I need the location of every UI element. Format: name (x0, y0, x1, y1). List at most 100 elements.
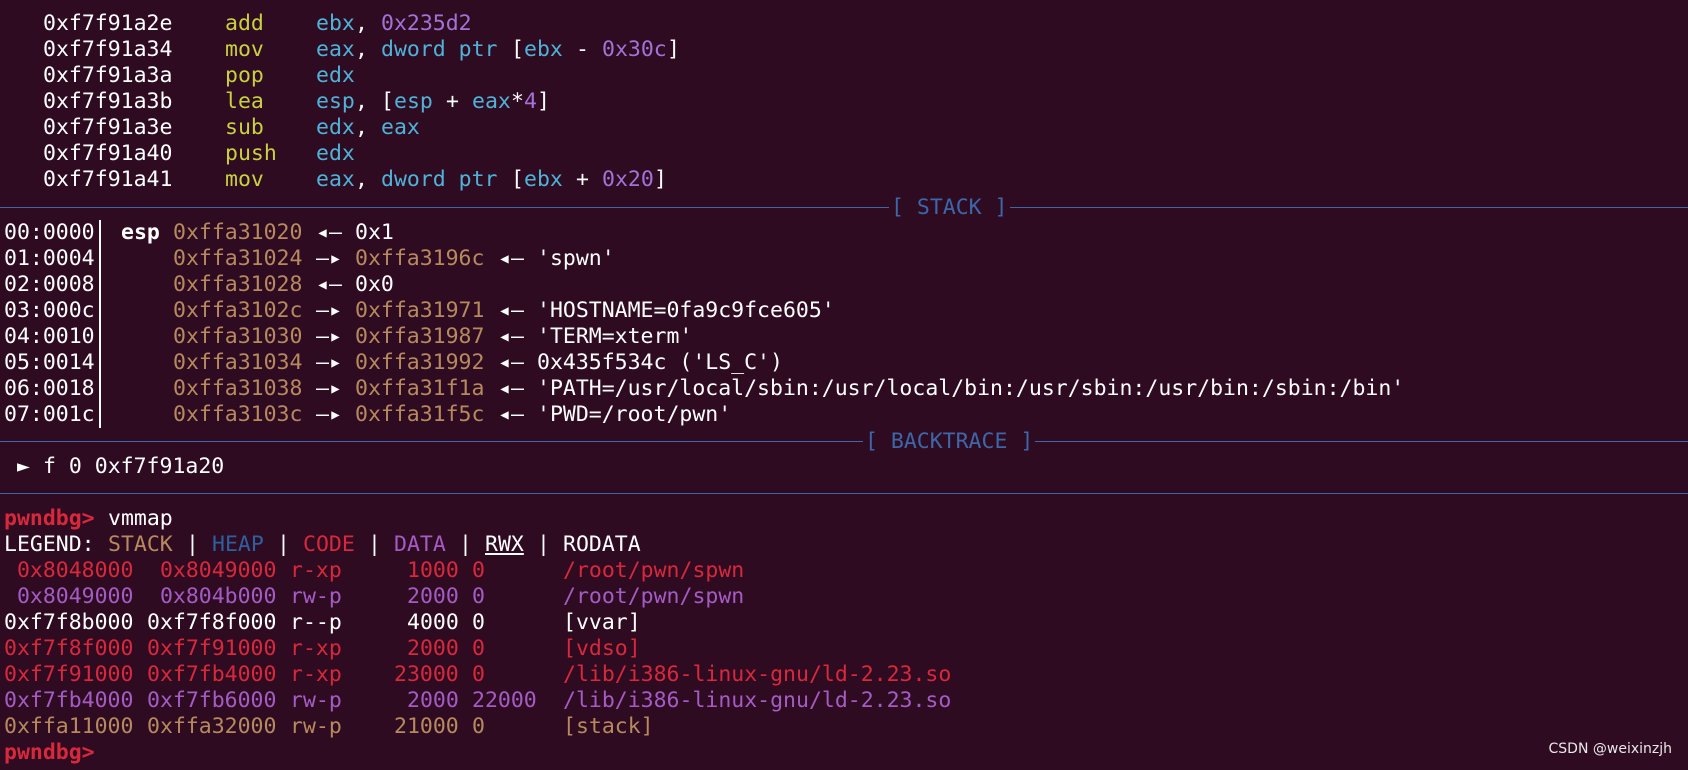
instruction-operand: esp (394, 89, 433, 114)
stack-address: 0xffa31034 (173, 350, 303, 375)
map-start: 0xf7fb4000 (4, 688, 134, 713)
instruction-operand: ebx (316, 11, 355, 36)
stack-address: 0xffa3102c (173, 298, 303, 323)
instruction-operand: dword ptr (381, 167, 498, 192)
map-file: /root/pwn/spwn (563, 558, 745, 583)
map-size: 2000 (407, 636, 459, 661)
prompt: pwndbg> (4, 506, 95, 531)
instruction-mnemonic: pop (225, 63, 264, 88)
stack-index: 05:0014 (4, 350, 95, 375)
stack-header: [ STACK ] (889, 195, 1010, 221)
legend-item-code: CODE (303, 532, 355, 557)
instruction-operand: 4 (524, 89, 537, 114)
stack-address: 0xffa31020 (173, 220, 303, 245)
instruction-mnemonic: sub (225, 115, 264, 140)
points-to-arrow-icon: —▸ (316, 350, 342, 375)
instruction-operand: , [ (355, 89, 394, 114)
legend-item-rodata: RODATA (563, 532, 641, 557)
stack-index: 03:000c (4, 298, 95, 323)
map-end: 0xf7f8f000 (147, 610, 277, 635)
stack-pointer-target: 0xffa31f1a (355, 376, 485, 401)
instruction-address: 0xf7f91a2e (43, 11, 173, 36)
legend-item-rwx: RWX (485, 532, 524, 557)
map-size: 21000 (394, 714, 459, 739)
stack-address: 0xffa31038 (173, 376, 303, 401)
command-line[interactable]: pwndbg> vmmap (0, 506, 173, 532)
instruction-operand: dword ptr (381, 37, 498, 62)
instruction-operand: eax (381, 115, 420, 140)
instruction-operand: ] (654, 167, 667, 192)
map-start: 0xffa11000 (4, 714, 134, 739)
instruction-operand: eax (316, 167, 355, 192)
legend-separator: | (524, 532, 563, 557)
legend-separator: | (173, 532, 212, 557)
stack-index: 06:0018 (4, 376, 95, 401)
map-permissions: r-xp (290, 662, 342, 687)
map-file: /lib/i386-linux-gnu/ld-2.23.so (563, 688, 952, 713)
stack-address: 0xffa31024 (173, 246, 303, 271)
terminal-window[interactable]: 0xf7f91a2e add ebx, 0x235d2 0xf7f91a34 mov ea… (0, 0, 1688, 770)
watermark: CSDN @weixinzjh (1548, 741, 1672, 757)
instruction-operand: [ (498, 167, 524, 192)
instruction-address: 0xf7f91a41 (43, 167, 173, 192)
map-permissions: rw-p (290, 688, 342, 713)
deref-arrow-icon: ◂— (498, 350, 524, 375)
map-size: 2000 (407, 688, 459, 713)
final-prompt: pwndbg> (4, 740, 95, 765)
points-to-arrow-icon: —▸ (316, 402, 342, 427)
instruction-operand: edx (316, 63, 355, 88)
instruction-operand: , (355, 167, 381, 192)
map-file: [stack] (563, 714, 654, 739)
instruction-operand: 0x235d2 (381, 11, 472, 36)
backtrace-header: [ BACKTRACE ] (863, 429, 1036, 455)
map-permissions: rw-p (290, 714, 342, 739)
points-to-arrow-icon: —▸ (316, 324, 342, 349)
instruction-operand: , (355, 115, 381, 140)
instruction-mnemonic: mov (225, 37, 264, 62)
map-file: [vdso] (563, 636, 641, 661)
stack-address: 0xffa31030 (173, 324, 303, 349)
instruction-operand: - (563, 37, 602, 62)
stack-index: 04:0010 (4, 324, 95, 349)
instruction-mnemonic: push (225, 141, 277, 166)
command-text[interactable]: vmmap (108, 506, 173, 532)
final-command-line[interactable]: pwndbg> (0, 740, 95, 766)
map-size: 23000 (394, 662, 459, 687)
map-permissions: r--p (290, 610, 342, 635)
instruction-operand: edx (316, 115, 355, 140)
map-start: 0xf7f8f000 (4, 636, 134, 661)
instruction-address: 0xf7f91a40 (43, 141, 173, 166)
map-permissions: rw-p (290, 584, 342, 609)
instruction-operand: ] (667, 37, 680, 62)
deref-arrow-icon: ◂— (498, 246, 524, 271)
map-file: /root/pwn/spwn (563, 584, 745, 609)
points-to-arrow-icon: —▸ (316, 246, 342, 271)
stack-address: 0xffa3103c (173, 402, 303, 427)
stack-value: 'HOSTNAME=0fa9c9fce605' (537, 298, 835, 323)
legend-item-heap: HEAP (212, 532, 264, 557)
map-start: 0x8049000 (4, 584, 134, 609)
backtrace-frame: ► f 0 0xf7f91a20 (0, 454, 224, 480)
instruction-mnemonic: add (225, 11, 264, 36)
frame-text: f 0 0xf7f91a20 (43, 454, 225, 479)
map-size: 1000 (407, 558, 459, 583)
legend-separator: | (355, 532, 394, 557)
map-size: 4000 (407, 610, 459, 635)
legend-separator: | (264, 532, 303, 557)
stack-address: 0xffa31028 (173, 272, 303, 297)
instruction-operand: 0x20 (602, 167, 654, 192)
map-offset: 0 (472, 662, 485, 687)
map-offset: 0 (472, 636, 485, 661)
deref-arrow-icon: ◂— (498, 298, 524, 323)
stack-pointer-target: 0xffa31f5c (355, 402, 485, 427)
instruction-operand: edx (316, 141, 355, 166)
stack-value: 'spwn' (537, 246, 615, 271)
deref-arrow-icon: ◂— (316, 272, 342, 297)
map-offset: 0 (472, 584, 485, 609)
instruction-address: 0xf7f91a3b (43, 89, 173, 114)
map-start: 0x8048000 (4, 558, 134, 583)
instruction-operand: * (511, 89, 524, 114)
stack-value: 0x435f534c ('LS_C') (537, 350, 783, 375)
instruction-operand: ebx (524, 167, 563, 192)
stack-pointer-target: 0xffa31987 (355, 324, 485, 349)
